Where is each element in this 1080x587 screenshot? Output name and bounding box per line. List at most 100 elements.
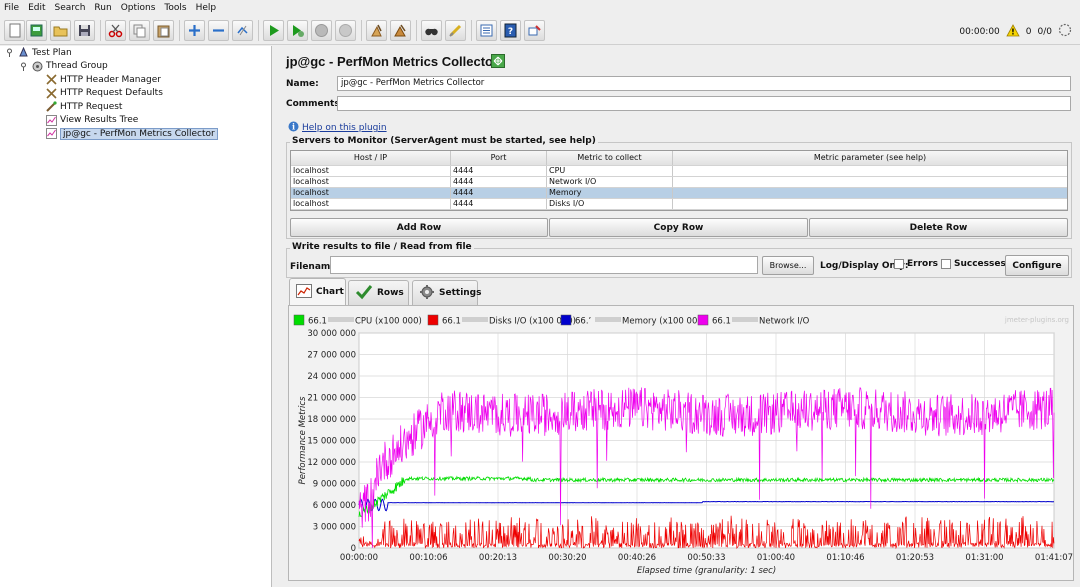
help-button[interactable]: ? — [500, 20, 521, 41]
start-button[interactable] — [263, 20, 284, 41]
table-cell[interactable]: 4444 — [451, 177, 547, 187]
menu-options[interactable]: Options — [121, 3, 156, 13]
open-button[interactable] — [50, 20, 71, 41]
table-row[interactable]: localhost 4444 CPU — [291, 166, 1067, 177]
menu-search[interactable]: Search — [55, 3, 86, 13]
configure-button[interactable]: Configure — [1005, 255, 1069, 276]
column-header[interactable]: Host / IP — [291, 151, 451, 165]
tab-chart[interactable]: Chart — [289, 278, 346, 305]
y-tick-label: 12 000 000 — [307, 458, 356, 468]
successes-checkbox[interactable] — [941, 259, 951, 269]
start-no-pauses-icon — [293, 25, 304, 37]
comments-label: Comments: — [286, 99, 344, 109]
add-row-button[interactable]: Add Row — [290, 218, 548, 237]
save-button[interactable] — [74, 20, 95, 41]
search-button[interactable] — [421, 20, 442, 41]
shutdown-button[interactable] — [335, 20, 356, 41]
stop-button[interactable] — [311, 20, 332, 41]
servers-table[interactable]: Host / IP Port Metric to collect Metric par… — [290, 150, 1068, 211]
menu-edit[interactable]: Edit — [28, 3, 45, 13]
clear-button[interactable] — [366, 20, 387, 41]
menu-tools[interactable]: Tools — [164, 3, 186, 13]
menu-help[interactable]: Help — [196, 3, 217, 13]
tree-node[interactable]: Thread Group — [18, 60, 108, 73]
browse-button[interactable]: Browse... — [762, 256, 814, 275]
filename-field[interactable] — [330, 256, 758, 274]
sampler-icon — [46, 101, 57, 112]
errors-option[interactable]: Errors — [894, 259, 938, 269]
column-header[interactable]: Metric parameter (see help) — [673, 151, 1067, 165]
table-cell[interactable] — [673, 177, 1067, 187]
toolbar-separator — [179, 20, 180, 41]
tree-node[interactable]: HTTP Request — [32, 100, 122, 113]
expand-panel-icon[interactable] — [491, 54, 505, 68]
copy-button[interactable] — [129, 20, 150, 41]
toggle-button[interactable] — [232, 20, 253, 41]
listener-icon — [46, 128, 57, 139]
tree-node-label: Test Plan — [32, 47, 72, 58]
x-tick-label: 01:41:07 — [1035, 553, 1073, 563]
comments-field[interactable] — [337, 96, 1071, 111]
tree-branch — [32, 101, 43, 112]
table-cell[interactable] — [673, 166, 1067, 176]
help-link-text[interactable]: Help on this plugin — [302, 123, 387, 133]
cut-button[interactable] — [105, 20, 126, 41]
expand-button[interactable] — [184, 20, 205, 41]
copy-row-button[interactable]: Copy Row — [549, 218, 808, 237]
tab-settings[interactable]: Settings — [412, 280, 481, 305]
table-row[interactable]: localhost 4444 Memory — [291, 188, 1067, 199]
column-header[interactable]: Port — [451, 151, 547, 165]
tree-expander-icon[interactable] — [4, 47, 15, 58]
name-field[interactable]: jp@gc - PerfMon Metrics Collector — [337, 76, 1071, 91]
help-link[interactable]: i Help on this plugin — [288, 121, 387, 135]
tree-node[interactable]: HTTP Header Manager — [32, 73, 161, 86]
new-button[interactable] — [4, 20, 25, 41]
table-cell[interactable]: localhost — [291, 199, 451, 209]
start-no-pauses-button[interactable] — [287, 20, 308, 41]
table-cell[interactable]: Disks I/O — [547, 199, 673, 209]
tree-expander-icon[interactable] — [18, 61, 29, 72]
table-cell[interactable]: localhost — [291, 166, 451, 176]
function-helper-icon — [480, 24, 493, 37]
column-header[interactable]: Metric to collect — [547, 151, 673, 165]
chart-area[interactable]: 66.1 CPU (x100 000) 66.1 Disks I/O (x100 00… — [288, 305, 1074, 581]
table-cell[interactable]: Memory — [547, 188, 673, 198]
collapse-icon — [213, 29, 224, 32]
table-row[interactable]: localhost 4444 Network I/O — [291, 177, 1067, 188]
paste-button[interactable] — [153, 20, 174, 41]
warning-icon[interactable]: ! — [1006, 23, 1020, 40]
table-cell[interactable] — [673, 199, 1067, 209]
x-tick-label: 01:10:46 — [826, 553, 864, 563]
x-tick-label: 00:20:13 — [479, 553, 517, 563]
menu-file[interactable]: File — [4, 3, 19, 13]
tree-node-label: HTTP Request — [60, 101, 123, 112]
successes-option[interactable]: Successes — [941, 259, 1006, 269]
errors-checkbox[interactable] — [894, 259, 904, 269]
table-row[interactable]: localhost 4444 Disks I/O — [291, 199, 1067, 210]
menu-run[interactable]: Run — [94, 3, 111, 13]
remote-button[interactable] — [524, 20, 545, 41]
table-cell[interactable]: 4444 — [451, 188, 547, 198]
table-cell[interactable] — [673, 188, 1067, 198]
reset-search-button[interactable] — [445, 20, 466, 41]
delete-row-button[interactable]: Delete Row — [809, 218, 1068, 237]
test-plan-tree[interactable]: Test Plan Thread Group HTTP Header Manager… — [0, 46, 272, 587]
tree-node[interactable]: HTTP Request Defaults — [32, 87, 163, 100]
table-cell[interactable]: localhost — [291, 188, 451, 198]
templates-button[interactable] — [26, 20, 47, 41]
clear-all-button[interactable] — [390, 20, 411, 41]
tree-node[interactable]: Test Plan — [4, 46, 72, 59]
table-cell[interactable]: 4444 — [451, 199, 547, 209]
perfmon-chart: 66.1 CPU (x100 000) 66.1 Disks I/O (x100 00… — [293, 314, 1073, 576]
collapse-button[interactable] — [208, 20, 229, 41]
tree-node[interactable]: jp@gc - PerfMon Metrics Collector — [32, 127, 218, 140]
function-helper-button[interactable] — [476, 20, 497, 41]
table-cell[interactable]: localhost — [291, 177, 451, 187]
table-cell[interactable]: Network I/O — [547, 177, 673, 187]
table-header: Host / IP Port Metric to collect Metric par… — [291, 151, 1067, 166]
tab-rows[interactable]: Rows — [348, 280, 409, 305]
status-area: 00:00:00 ! 0 0/0 — [959, 23, 1072, 40]
table-cell[interactable]: 4444 — [451, 166, 547, 176]
tree-node[interactable]: View Results Tree — [32, 114, 138, 127]
table-cell[interactable]: CPU — [547, 166, 673, 176]
